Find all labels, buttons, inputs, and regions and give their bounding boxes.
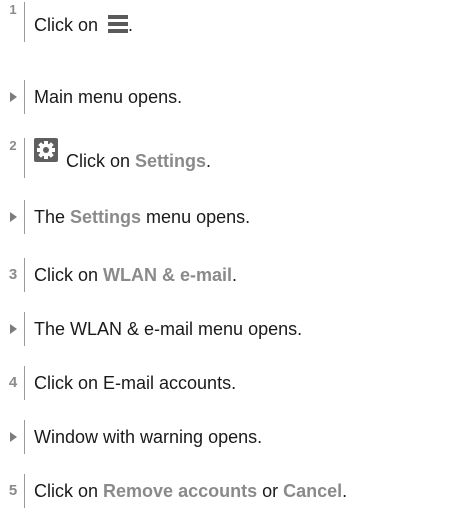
triangle-right-icon (10, 212, 17, 222)
step-divider (24, 366, 25, 400)
result-text: The WLAN & e-mail menu opens. (34, 319, 303, 339)
step-text: Click on E-mail accounts. (34, 373, 237, 393)
triangle-right-icon (10, 432, 17, 442)
result-divider (24, 200, 25, 234)
result-text: Window with warning opens. (34, 427, 263, 447)
settings-label: Settings (135, 151, 207, 171)
step-number: 1 (9, 2, 17, 17)
step-number: 4 (8, 374, 18, 391)
step-text: Click on . (34, 15, 134, 35)
result-divider (24, 420, 25, 454)
remove-accounts-label: Remove accounts (103, 481, 258, 501)
result-text: Main menu opens. (34, 87, 183, 107)
step-divider (24, 138, 25, 178)
step-number: 5 (8, 482, 18, 499)
result-text: The Settings menu opens. (34, 207, 251, 227)
step-number: 3 (8, 266, 18, 283)
cancel-label: Cancel (283, 481, 343, 501)
gear-icon (34, 138, 58, 162)
step-divider (24, 2, 25, 42)
result-divider (24, 80, 25, 114)
step-divider (24, 258, 25, 292)
step-number: 2 (9, 138, 17, 153)
settings-label: Settings (70, 207, 142, 227)
step-text: Click on Settings. (66, 151, 212, 171)
step-text: Click on Remove accounts or Cancel. (34, 481, 348, 501)
wlan-email-label: WLAN & e-mail (103, 265, 233, 285)
hamburger-menu-icon (108, 15, 129, 33)
triangle-right-icon (10, 324, 17, 334)
triangle-right-icon (10, 92, 17, 102)
step-text: Click on WLAN & e-mail. (34, 265, 238, 285)
result-divider (24, 312, 25, 346)
step-divider (24, 474, 25, 508)
